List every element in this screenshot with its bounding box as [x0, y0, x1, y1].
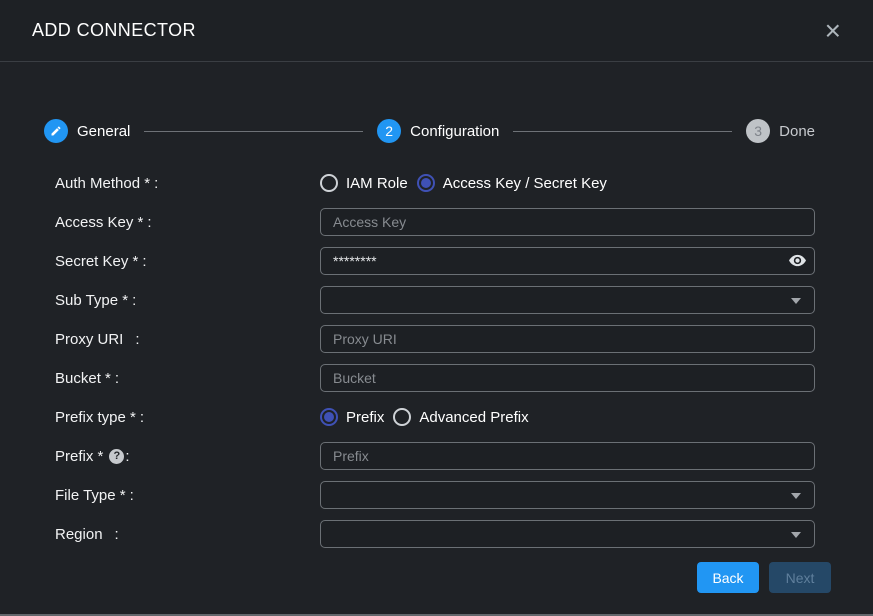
- form-row-prefix-type: Prefix type *: Prefix Advanced Prefix: [44, 403, 815, 431]
- next-button[interactable]: Next: [769, 562, 831, 593]
- prefix-label: Prefix *?:: [44, 448, 320, 465]
- step-general-label: General: [77, 123, 130, 140]
- prefix-input[interactable]: [320, 442, 815, 470]
- radio-circle-selected-icon: [320, 408, 338, 426]
- proxy-uri-label: Proxy URI:: [44, 331, 320, 348]
- form-row-auth-method: Auth Method *: IAM Role Access Key / Sec…: [44, 169, 815, 197]
- radio-iam-role[interactable]: IAM Role: [320, 174, 408, 192]
- auth-method-radio-group: IAM Role Access Key / Secret Key: [320, 174, 616, 192]
- access-key-label: Access Key *:: [44, 214, 320, 231]
- radio-circle-icon: [393, 408, 411, 426]
- step-done: 3 Done: [746, 119, 815, 143]
- file-type-label: File Type *:: [44, 487, 320, 504]
- chevron-down-icon: [791, 532, 801, 538]
- question-mark-icon[interactable]: ?: [109, 449, 124, 464]
- modal-body: General 2 Configuration 3 Done Auth Meth…: [0, 62, 873, 614]
- form-row-region: Region:: [44, 520, 815, 548]
- proxy-uri-input[interactable]: [320, 325, 815, 353]
- step-configuration-number: 2: [377, 119, 401, 143]
- step-done-label: Done: [779, 123, 815, 140]
- form-row-sub-type: Sub Type *:: [44, 286, 815, 314]
- region-select[interactable]: [320, 520, 815, 548]
- eye-icon[interactable]: [789, 254, 806, 267]
- chevron-down-icon: [791, 298, 801, 304]
- prefix-type-label: Prefix type *:: [44, 409, 320, 426]
- form-row-prefix: Prefix *?:: [44, 442, 815, 470]
- form-row-bucket: Bucket *:: [44, 364, 815, 392]
- access-key-input[interactable]: [320, 208, 815, 236]
- wizard-stepper: General 2 Configuration 3 Done: [44, 119, 815, 143]
- auth-method-label: Auth Method *:: [44, 175, 320, 192]
- pencil-icon: [44, 119, 68, 143]
- step-done-number: 3: [746, 119, 770, 143]
- radio-access-key-secret-key[interactable]: Access Key / Secret Key: [417, 174, 607, 192]
- radio-circle-selected-icon: [417, 174, 435, 192]
- bucket-input[interactable]: [320, 364, 815, 392]
- form-row-proxy-uri: Proxy URI:: [44, 325, 815, 353]
- modal-header: ADD CONNECTOR ×: [0, 0, 873, 62]
- stepper-connector: [513, 131, 732, 132]
- region-label: Region:: [44, 526, 320, 543]
- step-configuration: 2 Configuration: [377, 119, 499, 143]
- form-row-access-key: Access Key *:: [44, 208, 815, 236]
- prefix-type-radio-group: Prefix Advanced Prefix: [320, 408, 538, 426]
- sub-type-select[interactable]: [320, 286, 815, 314]
- form-row-secret-key: Secret Key *:: [44, 247, 815, 275]
- back-button[interactable]: Back: [697, 562, 759, 593]
- close-icon[interactable]: ×: [821, 18, 845, 44]
- configuration-form: Auth Method *: IAM Role Access Key / Sec…: [44, 169, 815, 593]
- chevron-down-icon: [791, 493, 801, 499]
- form-row-file-type: File Type *:: [44, 481, 815, 509]
- step-general[interactable]: General: [44, 119, 130, 143]
- radio-circle-icon: [320, 174, 338, 192]
- radio-advanced-prefix[interactable]: Advanced Prefix: [393, 408, 528, 426]
- stepper-connector: [144, 131, 363, 132]
- secret-key-label: Secret Key *:: [44, 253, 320, 270]
- step-configuration-label: Configuration: [410, 123, 499, 140]
- sub-type-label: Sub Type *:: [44, 292, 320, 309]
- radio-prefix[interactable]: Prefix: [320, 408, 384, 426]
- page-title: ADD CONNECTOR: [32, 20, 196, 41]
- bucket-label: Bucket *:: [44, 370, 320, 387]
- secret-key-input[interactable]: [320, 247, 815, 275]
- modal-actions: Back Next: [44, 562, 831, 593]
- add-connector-modal: ADD CONNECTOR × General 2 Configuration …: [0, 0, 873, 616]
- file-type-select[interactable]: [320, 481, 815, 509]
